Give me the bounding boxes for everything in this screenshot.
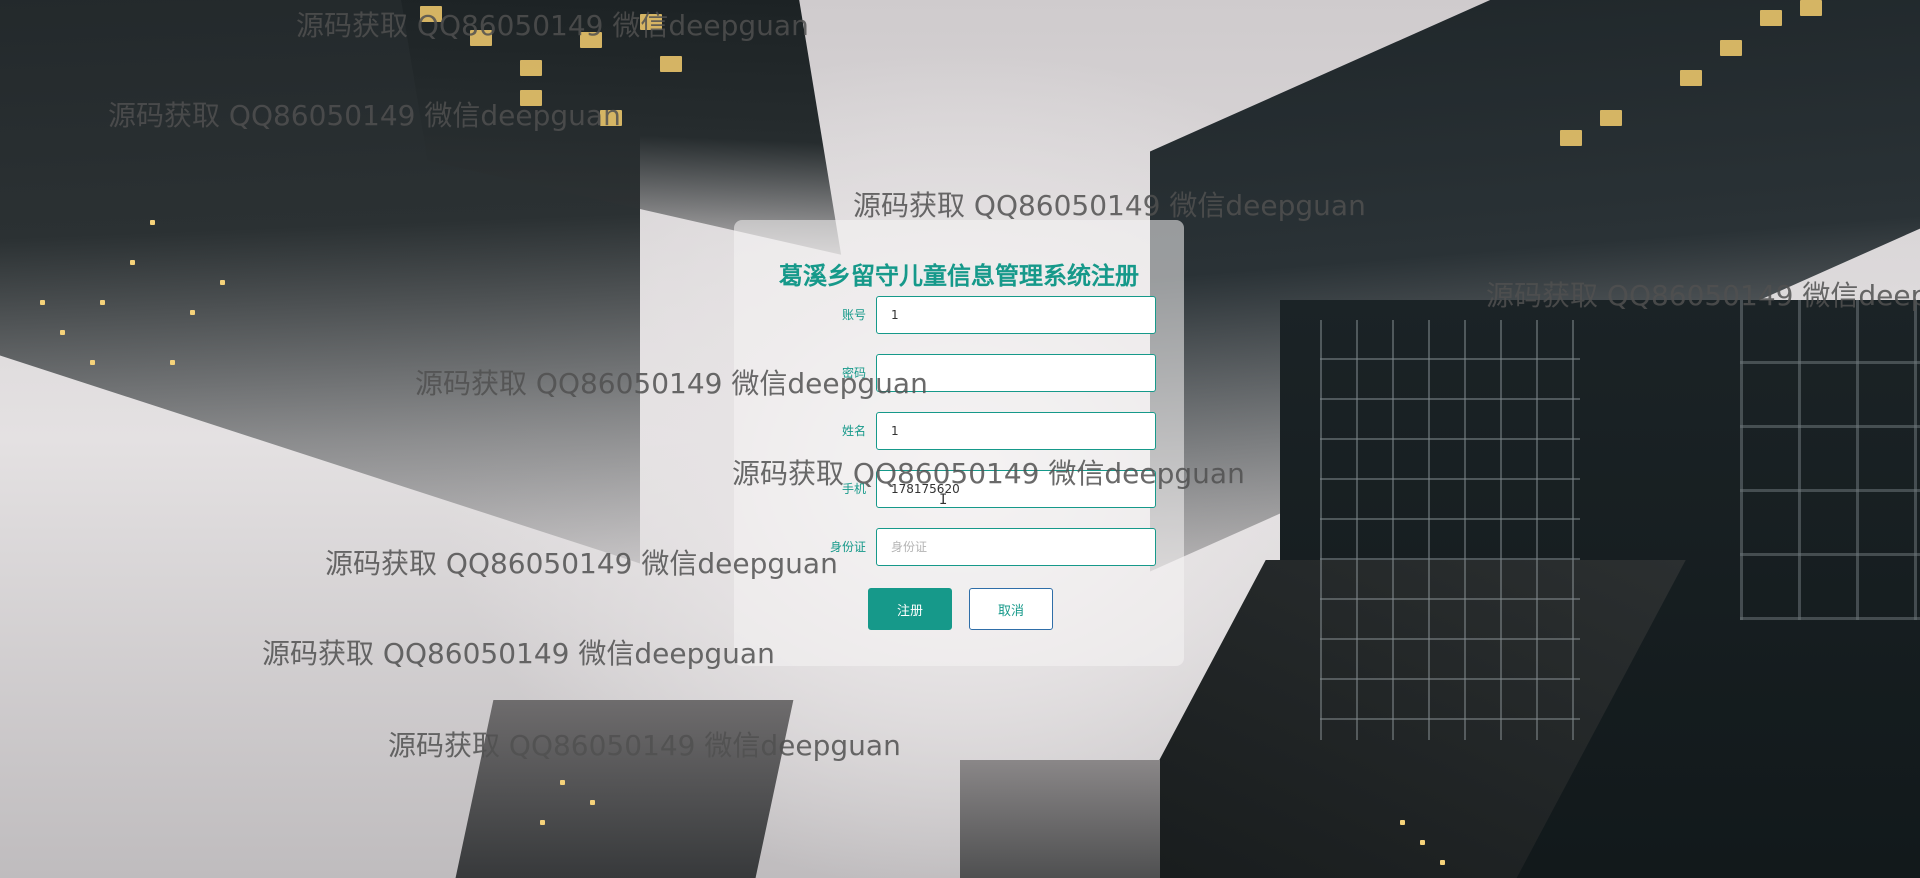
page-title: 葛溪乡留守儿童信息管理系统注册 xyxy=(779,262,1139,290)
cancel-button[interactable]: 取消 xyxy=(969,588,1053,630)
password-label: 密码 xyxy=(841,366,866,380)
name-input[interactable] xyxy=(876,412,1156,450)
register-panel: 葛溪乡留守儿童信息管理系统注册 账号 密码 姓名 手机 身份证 注册 取消 xyxy=(734,220,1184,666)
name-label: 姓名 xyxy=(841,424,866,438)
skyscraper-bottom-center xyxy=(960,760,1160,878)
phone-row: 手机 xyxy=(734,470,1184,508)
skyscraper-bottom-left xyxy=(446,700,794,878)
text-cursor-icon: I xyxy=(939,492,948,508)
password-row: 密码 xyxy=(734,354,1184,392)
id-card-input[interactable] xyxy=(876,528,1156,566)
building-window-grid-2 xyxy=(1740,300,1920,620)
account-row: 账号 xyxy=(734,296,1184,334)
phone-input[interactable] xyxy=(876,470,1156,508)
account-input[interactable] xyxy=(876,296,1156,334)
password-input[interactable] xyxy=(876,354,1156,392)
account-label: 账号 xyxy=(841,308,866,322)
phone-label: 手机 xyxy=(841,482,866,496)
id-card-row: 身份证 xyxy=(734,528,1184,566)
building-window-grid xyxy=(1320,320,1580,740)
name-row: 姓名 xyxy=(734,412,1184,450)
register-button[interactable]: 注册 xyxy=(868,588,952,630)
id-card-label: 身份证 xyxy=(829,540,866,554)
